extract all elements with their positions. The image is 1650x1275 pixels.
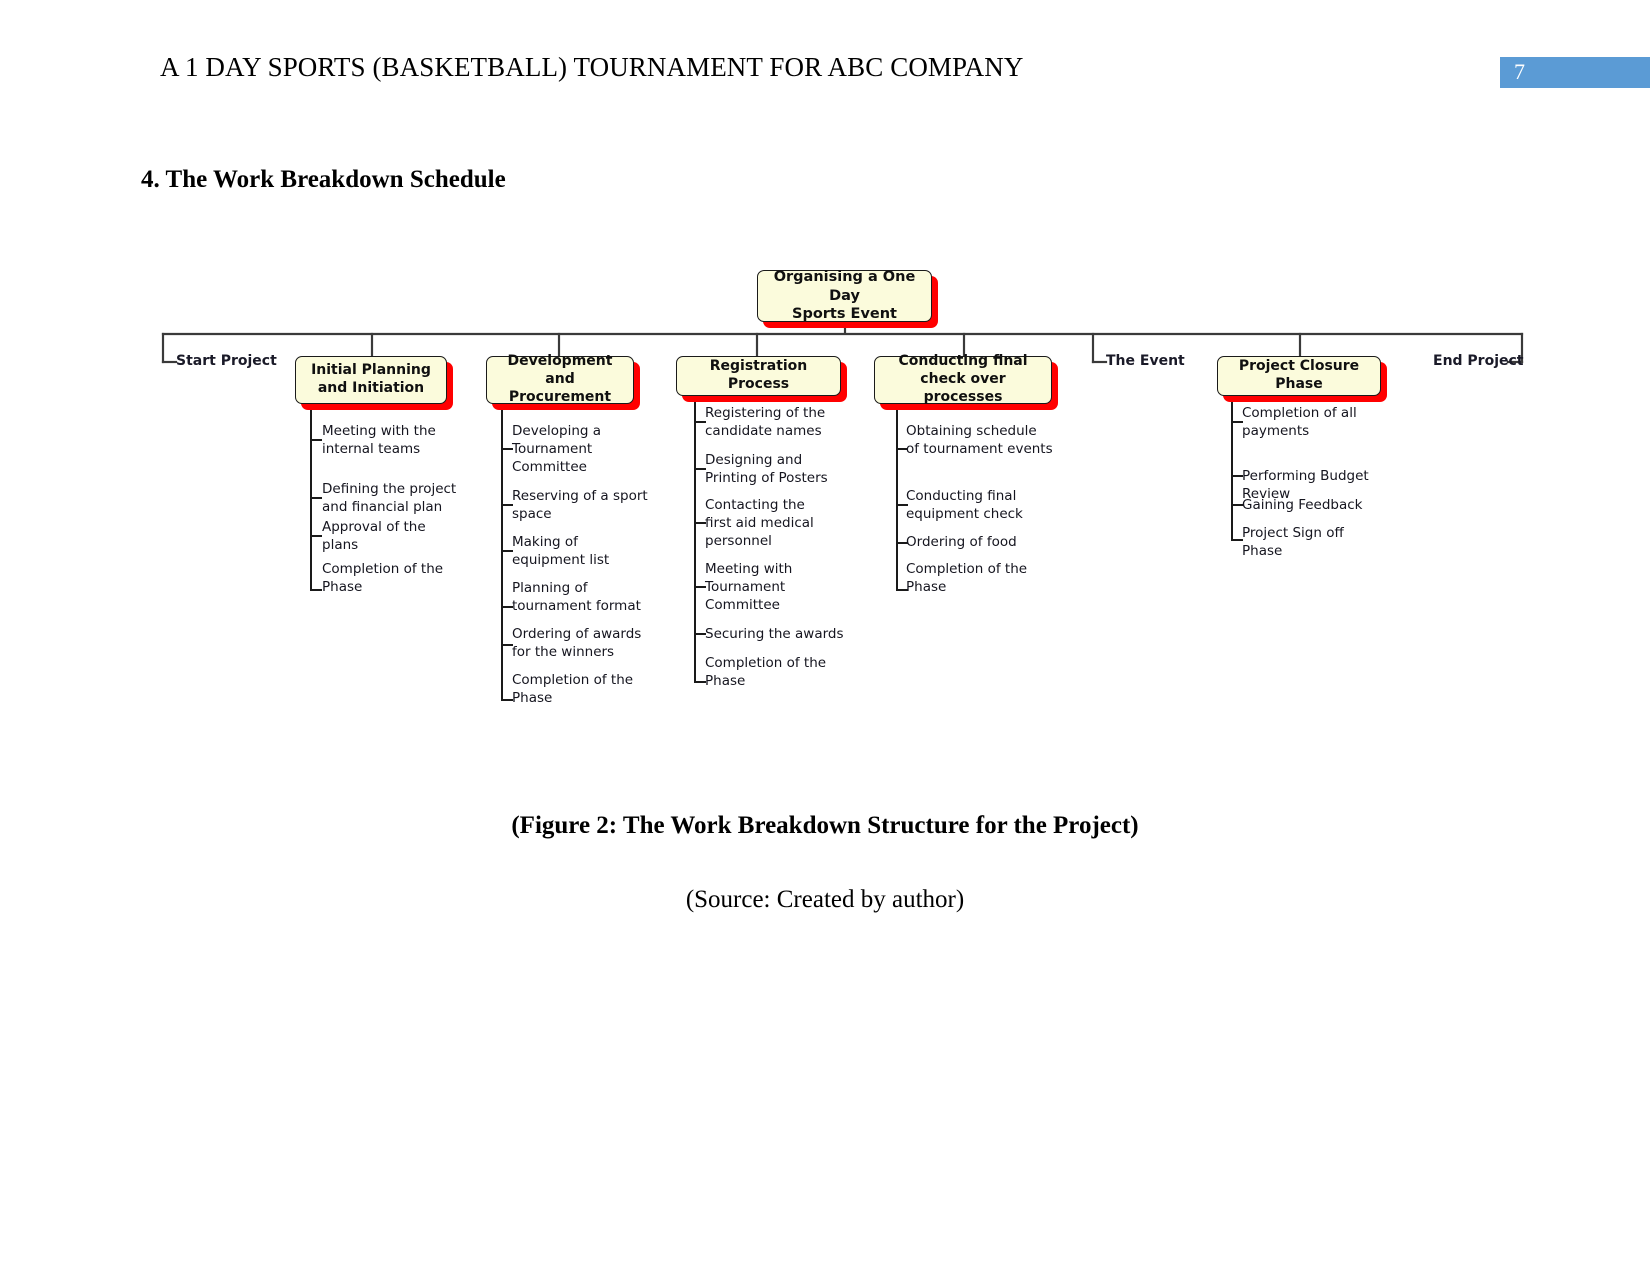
wbs-phase-label: Initial Planning and Initiation	[311, 362, 431, 396]
wbs-task[interactable]: Ordering of awards for the winners	[512, 626, 654, 662]
page-number-badge: 7	[1500, 57, 1650, 88]
wbs-phase-label: Registration Process	[709, 358, 808, 392]
wbs-phase-conducting-final-check-over-processes[interactable]: Conducting final check over processes	[874, 353, 1052, 405]
wbs-milestone-end-project[interactable]: End Project	[1433, 353, 1524, 369]
wbs-task[interactable]: Securing the awards	[705, 626, 855, 644]
section-heading: 4. The Work Breakdown Schedule	[141, 166, 506, 193]
wbs-milestone-the-event[interactable]: The Event	[1106, 353, 1185, 369]
work-breakdown-structure-diagram: Organising a One Day Sports Event Start …	[0, 250, 1650, 730]
wbs-task[interactable]: Meeting with the internal teams	[322, 423, 462, 459]
wbs-task[interactable]: Completion of all payments	[1242, 405, 1367, 441]
wbs-task[interactable]: Making of equipment list	[512, 534, 630, 570]
wbs-phase-label: Conducting final check over processes	[898, 353, 1028, 405]
wbs-task[interactable]: Planning of tournament format	[512, 580, 652, 616]
wbs-task[interactable]: Ordering of food	[906, 534, 1031, 552]
wbs-task[interactable]: Project Sign off Phase	[1242, 525, 1354, 561]
wbs-phase-registration-process[interactable]: Registration Process	[676, 356, 841, 396]
document-header: A 1 DAY SPORTS (BASKETBALL) TOURNAMENT F…	[0, 0, 1650, 110]
wbs-root-node[interactable]: Organising a One Day Sports Event	[757, 269, 932, 323]
wbs-task[interactable]: Obtaining schedule of tournament events	[906, 423, 1054, 459]
wbs-task[interactable]: Developing a Tournament Committee	[512, 423, 624, 477]
wbs-task[interactable]: Completion of the Phase	[512, 672, 642, 708]
wbs-task[interactable]: Conducting final equipment check	[906, 488, 1026, 524]
wbs-task[interactable]: Defining the project and financial plan	[322, 481, 464, 517]
wbs-task[interactable]: Completion of the Phase	[705, 655, 830, 691]
wbs-task[interactable]: Registering of the candidate names	[705, 405, 833, 441]
wbs-task[interactable]: Approval of the plans	[322, 519, 452, 555]
wbs-milestone-start-project[interactable]: Start Project	[176, 353, 277, 369]
wbs-task[interactable]: Completion of the Phase	[322, 561, 452, 597]
wbs-task[interactable]: Meeting with Tournament Committee	[705, 561, 815, 615]
wbs-root-label: Organising a One Day Sports Event	[773, 269, 916, 323]
wbs-task[interactable]: Completion of the Phase	[906, 561, 1031, 597]
wbs-phase-label: Development and Procurement	[507, 353, 613, 405]
header-title: A 1 DAY SPORTS (BASKETBALL) TOURNAMENT F…	[160, 52, 1024, 82]
wbs-phase-label: Project Closure Phase	[1238, 358, 1360, 392]
figure-caption: (Figure 2: The Work Breakdown Structure …	[511, 812, 1139, 839]
wbs-task[interactable]: Designing and Printing of Posters	[705, 452, 837, 488]
wbs-task[interactable]: Reserving of a sport space	[512, 488, 660, 524]
wbs-phase-project-closure-phase[interactable]: Project Closure Phase	[1217, 356, 1381, 396]
wbs-task[interactable]: Gaining Feedback	[1242, 497, 1377, 515]
wbs-task[interactable]: Contacting the first aid medical personn…	[705, 497, 835, 551]
wbs-phase-initial-planning-and-initiation[interactable]: Initial Planning and Initiation	[295, 356, 447, 404]
page-number-text: 7	[1514, 59, 1525, 84]
wbs-phase-development-and-procurement[interactable]: Development and Procurement	[486, 353, 634, 405]
figure-source: (Source: Created by author)	[685, 886, 965, 913]
